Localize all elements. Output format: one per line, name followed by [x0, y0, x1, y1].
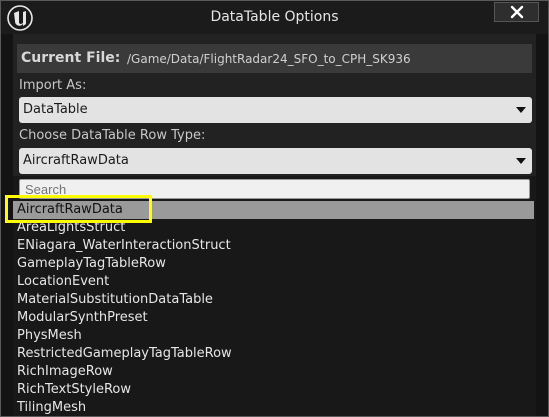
list-item[interactable]: RichImageRow	[13, 363, 534, 381]
close-button[interactable]	[494, 2, 539, 22]
current-file-label: Current File:	[21, 50, 121, 66]
window-title: DataTable Options	[210, 9, 339, 25]
list-item[interactable]: PhysMesh	[13, 327, 534, 345]
list-item[interactable]: GameplayTagTableRow	[13, 255, 534, 273]
row-type-value: AircraftRawData	[23, 153, 129, 168]
current-file-path: /Game/Data/FlightRadar24_SFO_to_CPH_SK93…	[127, 52, 411, 66]
highlight-annotation-box	[5, 195, 152, 223]
list-item[interactable]: LocationEvent	[13, 273, 534, 291]
list-item[interactable]: RichTextStyleRow	[13, 381, 534, 399]
list-item[interactable]: TilingMesh	[13, 399, 534, 416]
row-type-label: Choose DataTable Row Type:	[19, 128, 206, 143]
list-item[interactable]: ModularSynthPreset	[13, 309, 534, 327]
list-item[interactable]: ENiagara_WaterInteractionStruct	[13, 237, 534, 255]
dropdown-arrow-icon	[516, 107, 526, 113]
close-icon	[510, 5, 524, 19]
options-panel: Current File: /Game/Data/FlightRadar24_S…	[13, 34, 536, 416]
row-type-list: AircraftRawData AreaLightsStruct ENiagar…	[13, 201, 534, 416]
list-item[interactable]: RestrictedGameplayTagTableRow	[13, 345, 534, 363]
datatable-options-window: DataTable Options Current File: /Game/Da…	[0, 0, 549, 417]
current-file-row: Current File: /Game/Data/FlightRadar24_S…	[17, 44, 532, 73]
import-as-value: DataTable	[23, 102, 88, 117]
row-type-dropdown[interactable]: AircraftRawData	[19, 148, 532, 174]
dropdown-arrow-icon	[516, 158, 526, 164]
import-as-label: Import As:	[19, 78, 87, 93]
list-item[interactable]: MaterialSubstitutionDataTable	[13, 291, 534, 309]
import-as-dropdown[interactable]: DataTable	[19, 97, 532, 123]
title-bar[interactable]: DataTable Options	[1, 1, 548, 34]
